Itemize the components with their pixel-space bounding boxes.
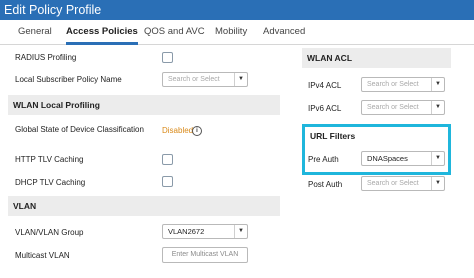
chevron-down-icon: ▼ — [431, 177, 444, 190]
multicast-vlan-label: Multicast VLAN — [15, 251, 70, 260]
tab-qos-avc[interactable]: QOS and AVC — [144, 20, 205, 44]
dhcp-tlv-caching-label: DHCP TLV Caching — [15, 178, 86, 187]
post-auth-select[interactable]: Search or Select ▼ — [361, 176, 445, 191]
ipv6-acl-placeholder: Search or Select — [367, 104, 419, 111]
vlan-group-value: VLAN2672 — [168, 227, 205, 236]
tab-access-policies[interactable]: Access Policies — [66, 20, 138, 45]
http-tlv-caching-label: HTTP TLV Caching — [15, 155, 84, 164]
info-icon[interactable]: i — [192, 126, 202, 136]
post-auth-label: Post Auth — [308, 180, 343, 189]
radius-profiling-label: RADIUS Profiling — [15, 53, 77, 62]
window-title: Edit Policy Profile — [4, 3, 102, 17]
ipv4-acl-label: IPv4 ACL — [308, 81, 342, 90]
multicast-vlan-input[interactable]: Enter Multicast VLAN — [162, 247, 248, 263]
ipv6-acl-label: IPv6 ACL — [308, 104, 342, 113]
local-subscriber-policy-select[interactable]: Search or Select ▼ — [162, 72, 248, 87]
global-state-label: Global State of Device Classification — [15, 125, 144, 134]
chevron-down-icon: ▼ — [431, 78, 444, 91]
post-auth-placeholder: Search or Select — [367, 180, 419, 187]
radius-profiling-checkbox[interactable] — [162, 52, 173, 63]
chevron-down-icon: ▼ — [234, 73, 247, 86]
tab-general[interactable]: General — [18, 20, 52, 44]
tab-mobility[interactable]: Mobility — [215, 20, 247, 44]
vlan-group-select[interactable]: VLAN2672 ▼ — [162, 224, 248, 239]
tab-bar: General Access Policies QOS and AVC Mobi… — [0, 20, 474, 45]
ipv4-acl-select[interactable]: Search or Select ▼ — [361, 77, 445, 92]
wlan-acl-header: WLAN ACL — [302, 48, 451, 68]
dhcp-tlv-caching-checkbox[interactable] — [162, 176, 173, 187]
window-titlebar: Edit Policy Profile — [0, 0, 474, 20]
global-state-value: Disabled — [162, 126, 194, 135]
http-tlv-caching-checkbox[interactable] — [162, 154, 173, 165]
local-subscriber-policy-label: Local Subscriber Policy Name — [15, 75, 122, 84]
tab-advanced[interactable]: Advanced — [263, 20, 305, 44]
vlan-group-label: VLAN/VLAN Group — [15, 228, 84, 237]
url-filters-highlight-box — [302, 124, 451, 175]
chevron-down-icon: ▼ — [431, 101, 444, 114]
wlan-local-profiling-header: WLAN Local Profiling — [8, 95, 280, 115]
ipv6-acl-select[interactable]: Search or Select ▼ — [361, 100, 445, 115]
local-subscriber-policy-placeholder: Search or Select — [168, 76, 220, 83]
chevron-down-icon: ▼ — [234, 225, 247, 238]
vlan-header: VLAN — [8, 196, 280, 216]
ipv4-acl-placeholder: Search or Select — [367, 81, 419, 88]
